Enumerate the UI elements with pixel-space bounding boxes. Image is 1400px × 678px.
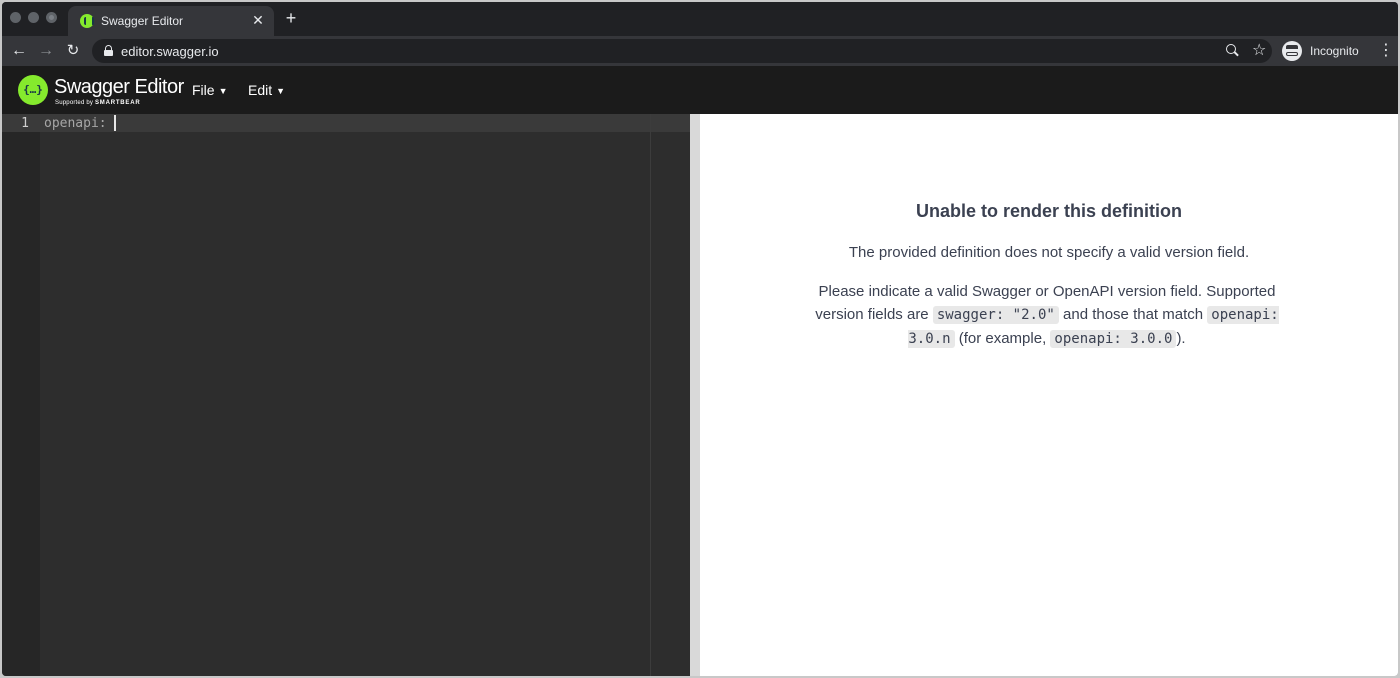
print-margin <box>650 114 651 676</box>
help-text-4: ). <box>1176 330 1186 347</box>
back-arrow-icon[interactable]: ← <box>8 40 30 62</box>
address-bar[interactable]: editor.swagger.io ☆ <box>92 39 1272 63</box>
tab-strip: Swagger Editor ✕ + <box>2 2 1398 36</box>
edit-menu[interactable]: Edit ▼ <box>248 82 285 98</box>
caret-down-icon: ▼ <box>218 86 228 96</box>
logo-subtitle: Supported by SMARTBEAR <box>55 100 141 106</box>
logo-sub-prefix: Supported by <box>55 100 94 106</box>
pane-splitter[interactable] <box>690 114 700 676</box>
reload-icon[interactable]: ↻ <box>62 40 84 62</box>
swagger-topbar: {…} Swagger Editor Supported by SMARTBEA… <box>2 66 1398 114</box>
help-text-3: (for example, <box>958 330 1047 347</box>
tab-swagger-editor[interactable]: Swagger Editor ✕ <box>68 6 274 36</box>
lock-icon[interactable] <box>104 45 113 56</box>
file-menu-label: File <box>192 82 215 98</box>
incognito-label: Incognito <box>1310 44 1359 58</box>
code-editor[interactable]: 1 openapi: <box>2 114 690 676</box>
editor-gutter <box>2 114 40 676</box>
logo-sub-brand: SMARTBEAR <box>94 100 141 106</box>
swagger-logo-icon[interactable]: {…} <box>18 75 48 105</box>
close-window-button[interactable] <box>10 12 21 23</box>
url-text[interactable]: editor.swagger.io <box>121 44 219 59</box>
code-openapi-example: openapi: 3.0.0 <box>1050 330 1177 348</box>
forward-arrow-icon[interactable]: → <box>35 40 57 62</box>
minimize-window-button[interactable] <box>28 12 39 23</box>
tab-close-icon[interactable]: ✕ <box>250 12 266 28</box>
browser-window: Swagger Editor ✕ + ← → ↻ editor.swagger.… <box>2 2 1398 676</box>
caret-down-icon: ▼ <box>276 86 286 96</box>
fullscreen-window-button[interactable] <box>46 12 57 23</box>
app-title[interactable]: Swagger Editor <box>54 76 184 99</box>
incognito-indicator[interactable]: Incognito <box>1282 39 1367 63</box>
text-cursor <box>114 115 116 131</box>
edit-menu-label: Edit <box>248 82 273 98</box>
code-swagger-version: swagger: "2.0" <box>932 306 1059 324</box>
zoom-icon[interactable] <box>1226 44 1240 58</box>
error-help-text: Please indicate a valid Swagger or OpenA… <box>797 280 1297 351</box>
incognito-icon <box>1282 41 1302 61</box>
help-text-2: and those that match <box>1063 306 1204 323</box>
tab-title: Swagger Editor <box>101 14 184 28</box>
error-description: The provided definition does not specify… <box>848 244 1250 261</box>
file-menu[interactable]: File ▼ <box>192 82 227 98</box>
new-tab-button[interactable]: + <box>281 8 301 28</box>
swagger-favicon-icon <box>80 14 94 28</box>
page-content: {…} Swagger Editor Supported by SMARTBEA… <box>2 66 1398 676</box>
browser-toolbar: ← → ↻ editor.swagger.io ☆ Incognito ⋮ <box>2 36 1398 66</box>
bookmark-star-icon[interactable]: ☆ <box>1252 41 1266 61</box>
preview-pane: Unable to render this definition The pro… <box>700 114 1398 676</box>
code-line[interactable]: openapi: <box>44 116 107 131</box>
line-number: 1 <box>21 116 29 131</box>
error-title: Unable to render this definition <box>915 201 1182 221</box>
kebab-menu-icon[interactable]: ⋮ <box>1378 40 1394 62</box>
